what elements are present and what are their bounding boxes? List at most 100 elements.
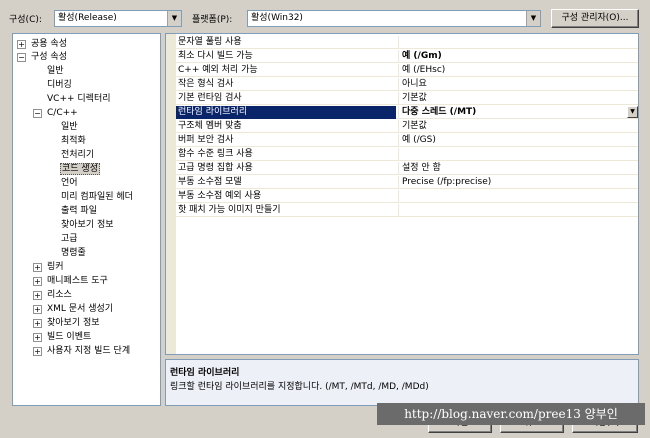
tree-item-label: 고급 bbox=[61, 234, 78, 244]
tree-item-advanced[interactable]: 고급 bbox=[61, 233, 78, 246]
table-row[interactable]: 최소 다시 빌드 가능 예 (/Gm) bbox=[176, 50, 638, 63]
property-name: 문자열 풀링 사용 bbox=[178, 37, 242, 47]
property-grid[interactable]: 문자열 풀링 사용 최소 다시 빌드 가능 예 (/Gm) C++ 예외 처리 … bbox=[165, 33, 639, 355]
property-name: 최소 다시 빌드 가능 bbox=[178, 51, 253, 61]
table-row[interactable]: 핫 패치 가능 이미지 만들기 bbox=[176, 204, 638, 217]
tree-item-label: 최적화 bbox=[61, 136, 86, 146]
platform-select-value: 활성(Win32) bbox=[251, 13, 303, 23]
property-name: 기본 런타임 검사 bbox=[178, 93, 242, 103]
property-value[interactable]: 예 (/Gm) bbox=[398, 50, 638, 63]
property-name: 고급 명령 집합 사용 bbox=[178, 163, 253, 173]
property-tree[interactable]: + 공용 속성 − 구성 속성 일반 디버깅 VC++ 디렉터리 − C/C++… bbox=[12, 33, 161, 406]
property-value[interactable]: Precise (/fp:precise) bbox=[398, 176, 638, 189]
property-name: 런타임 라이브러리 bbox=[176, 106, 396, 119]
expand-icon[interactable]: + bbox=[33, 291, 42, 300]
config-manager-button[interactable]: 구성 관리자(O)... bbox=[551, 9, 639, 28]
platform-label: 플랫폼(P): bbox=[192, 15, 233, 25]
table-row[interactable]: 함수 수준 링크 사용 bbox=[176, 148, 638, 161]
tree-item-label: XML 문서 생성기 bbox=[47, 304, 114, 314]
config-toolbar: 구성(C): 활성(Release) ▼ 플랫폼(P): 활성(Win32) ▼… bbox=[0, 0, 650, 32]
tree-item-label: VC++ 디렉터리 bbox=[47, 94, 111, 104]
tree-item-debugging[interactable]: 디버깅 bbox=[47, 79, 72, 92]
tree-item-preprocessor[interactable]: 전처리기 bbox=[61, 149, 94, 162]
tree-item-general[interactable]: 일반 bbox=[47, 65, 64, 78]
property-name: 버퍼 보안 검사 bbox=[178, 135, 234, 145]
property-value[interactable] bbox=[398, 36, 638, 49]
tree-item-label: 미리 컴파일된 헤더 bbox=[61, 192, 133, 202]
expand-icon[interactable]: + bbox=[33, 277, 42, 286]
tree-item-label: 언어 bbox=[61, 178, 78, 188]
grid-margin bbox=[166, 34, 176, 354]
tree-item-optimization[interactable]: 최적화 bbox=[61, 135, 86, 148]
tree-item-label: 일반 bbox=[47, 66, 64, 76]
table-row[interactable]: 작은 형식 검사 아니요 bbox=[176, 78, 638, 91]
table-row[interactable]: C++ 예외 처리 가능 예 (/EHsc) bbox=[176, 64, 638, 77]
tree-item-output-files[interactable]: 출력 파일 bbox=[61, 205, 97, 218]
tree-item-label: 사용자 지정 빌드 단계 bbox=[47, 346, 131, 356]
property-name: 함수 수준 링크 사용 bbox=[178, 149, 253, 159]
chevron-down-icon[interactable]: ▼ bbox=[627, 106, 638, 118]
tree-item-language[interactable]: 언어 bbox=[61, 177, 78, 190]
property-name: 작은 형식 검사 bbox=[178, 79, 234, 89]
property-value[interactable]: 다중 스레드 (/MT) bbox=[398, 106, 638, 119]
chevron-down-icon[interactable]: ▼ bbox=[526, 11, 540, 26]
table-row[interactable]: 부동 소수점 예외 사용 bbox=[176, 190, 638, 203]
tree-item-label: 매니페스트 도구 bbox=[47, 276, 108, 286]
tree-item-cpp-general[interactable]: 일반 bbox=[61, 121, 78, 134]
platform-select[interactable]: 활성(Win32) ▼ bbox=[247, 10, 541, 27]
expand-icon[interactable]: + bbox=[33, 347, 42, 356]
description-text: 링크할 런타임 라이브러리를 지정합니다. (/MT, /MTd, /MD, /… bbox=[170, 382, 429, 392]
tree-item-label: 찾아보기 정보 bbox=[61, 220, 114, 230]
property-value[interactable]: 기본값 bbox=[398, 120, 638, 133]
description-title: 런타임 라이브러리 bbox=[170, 368, 240, 378]
config-select[interactable]: 활성(Release) ▼ bbox=[54, 10, 182, 27]
property-value[interactable]: 설정 안 함 bbox=[398, 162, 638, 175]
tree-item-label: C/C++ bbox=[47, 108, 78, 118]
tree-item-label: 공용 속성 bbox=[31, 39, 67, 49]
tree-item-label: 디버깅 bbox=[47, 80, 72, 90]
property-name: C++ 예외 처리 가능 bbox=[178, 65, 258, 75]
tree-item-browse-info[interactable]: 찾아보기 정보 bbox=[61, 219, 114, 232]
property-name: 부동 소수점 예외 사용 bbox=[178, 191, 262, 201]
property-value[interactable] bbox=[398, 204, 638, 217]
tree-item-precompiled-headers[interactable]: 미리 컴파일된 헤더 bbox=[61, 191, 133, 204]
expand-icon[interactable]: + bbox=[33, 319, 42, 328]
table-row-selected[interactable]: 런타임 라이브러리 다중 스레드 (/MT) ▼ bbox=[176, 106, 638, 119]
property-value[interactable] bbox=[398, 148, 638, 161]
tree-item-command-line[interactable]: 명령줄 bbox=[61, 247, 86, 260]
tree-item-label: 일반 bbox=[61, 122, 78, 132]
tree-item-label: 리소스 bbox=[47, 290, 72, 300]
tree-item-label: 구성 속성 bbox=[31, 52, 67, 62]
tree-item-label: 명령줄 bbox=[61, 248, 86, 258]
property-name: 핫 패치 가능 이미지 만들기 bbox=[178, 205, 281, 215]
tree-item-label: 코드 생성 bbox=[60, 163, 100, 175]
table-row[interactable]: 문자열 풀링 사용 bbox=[176, 36, 638, 49]
property-value[interactable]: 예 (/GS) bbox=[398, 134, 638, 147]
expand-icon[interactable]: + bbox=[17, 40, 26, 49]
expand-icon[interactable]: + bbox=[33, 333, 42, 342]
property-value[interactable] bbox=[398, 190, 638, 203]
tree-item-label: 출력 파일 bbox=[61, 206, 97, 216]
blog-watermark: http://blog.naver.com/pree13 양부인 bbox=[377, 403, 645, 425]
property-value[interactable]: 아니요 bbox=[398, 78, 638, 91]
config-label: 구성(C): bbox=[9, 15, 42, 25]
property-value[interactable]: 예 (/EHsc) bbox=[398, 64, 638, 77]
table-row[interactable]: 고급 명령 집합 사용 설정 안 함 bbox=[176, 162, 638, 175]
expand-icon[interactable]: + bbox=[33, 305, 42, 314]
collapse-icon[interactable]: − bbox=[17, 53, 26, 62]
expand-icon[interactable]: + bbox=[33, 263, 42, 272]
table-row[interactable]: 구조체 멤버 맞춤 기본값 bbox=[176, 120, 638, 133]
table-row[interactable]: 버퍼 보안 검사 예 (/GS) bbox=[176, 134, 638, 147]
tree-item-code-generation[interactable]: 코드 생성 bbox=[60, 163, 100, 176]
description-pane: 런타임 라이브러리 링크할 런타임 라이브러리를 지정합니다. (/MT, /M… bbox=[165, 359, 639, 406]
tree-item-label: 빌드 이벤트 bbox=[47, 332, 92, 342]
tree-item-label: 찾아보기 정보 bbox=[47, 318, 100, 328]
chevron-down-icon[interactable]: ▼ bbox=[167, 11, 181, 26]
collapse-icon[interactable]: − bbox=[33, 109, 42, 118]
property-name: 구조체 멤버 맞춤 bbox=[178, 121, 242, 131]
table-row[interactable]: 부동 소수점 모델 Precise (/fp:precise) bbox=[176, 176, 638, 189]
table-row[interactable]: 기본 런타임 검사 기본값 bbox=[176, 92, 638, 105]
config-select-value: 활성(Release) bbox=[58, 13, 117, 23]
property-value[interactable]: 기본값 bbox=[398, 92, 638, 105]
tree-item-vc-dirs[interactable]: VC++ 디렉터리 bbox=[47, 93, 111, 106]
